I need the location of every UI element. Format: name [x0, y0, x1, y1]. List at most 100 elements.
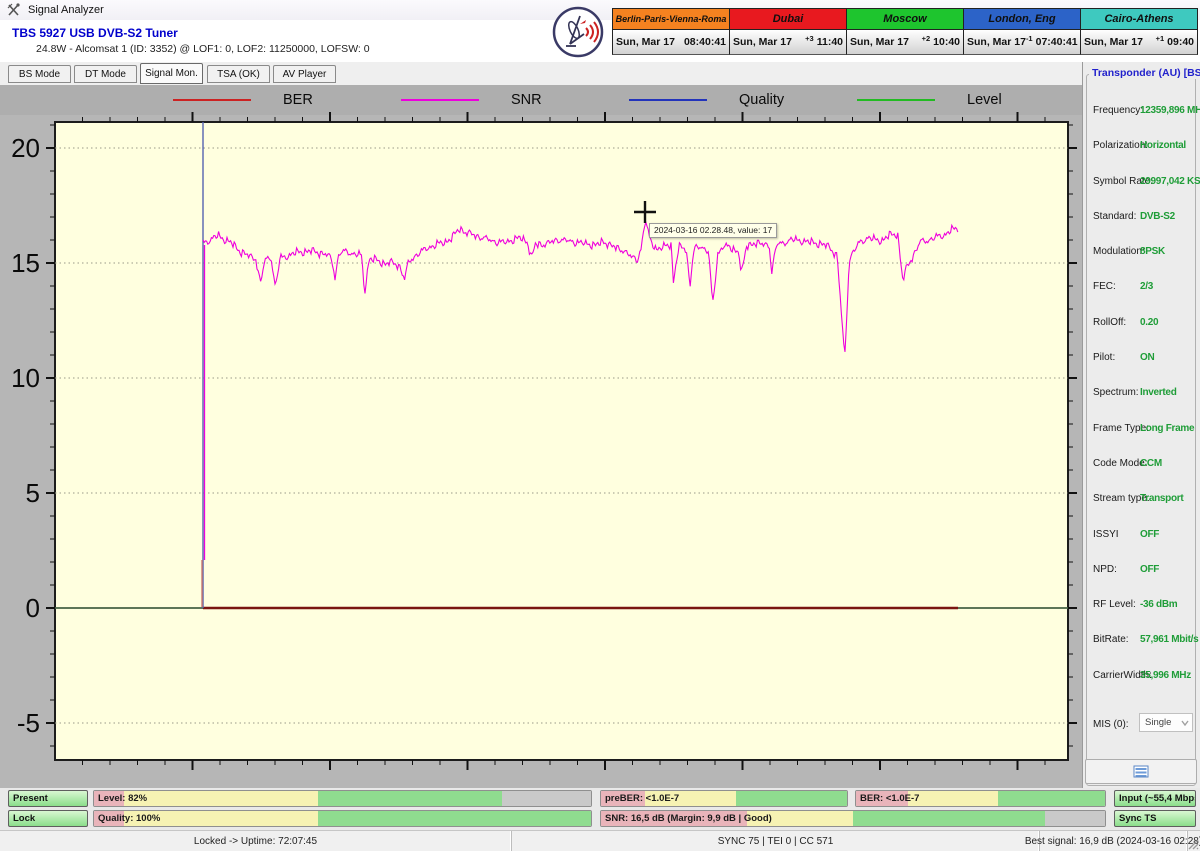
transponder-row: ISSYI OFF — [1087, 519, 1197, 554]
clock-utc-offset: +3 — [792, 34, 817, 43]
clock-utc-offset: +2 — [909, 34, 933, 43]
progress-label: Quality: 100% — [98, 811, 160, 826]
transponder-row: Code Mode:CCM — [1087, 448, 1197, 483]
clock-time-row: Sun, Mar 17+311:40 — [730, 30, 846, 54]
app-icon — [7, 3, 21, 17]
tuner-subtitle: 24.8W - Alcomsat 1 (ID: 3352) @ LOF1: 0,… — [36, 43, 370, 55]
log-button[interactable] — [1085, 759, 1197, 784]
progress-bar: Level: 82% — [93, 790, 592, 807]
transponder-row: Modulation:8PSK — [1087, 236, 1197, 271]
svg-text:20: 20 — [11, 133, 40, 163]
clock-date: Sun, Mar 17 — [850, 36, 909, 48]
status-box-lock: Lock — [8, 810, 88, 827]
signal-analyzer-window: { "window": { "title": "Signal Analyzer"… — [0, 0, 1200, 850]
transponder-value: 35,996 MHz — [1140, 670, 1191, 681]
svg-text:10: 10 — [11, 363, 40, 393]
transponder-label: ISSYI — [1093, 529, 1119, 540]
tab-bs-mode[interactable]: BS Mode — [8, 65, 71, 83]
transponder-value: Inverted — [1140, 387, 1177, 398]
clock-time-row: Sun, Mar 17-107:40:41 — [964, 30, 1080, 54]
log-list-icon — [1133, 765, 1149, 778]
status-box-sync-ts: Sync TS — [1114, 810, 1196, 827]
clock-cell: DubaiSun, Mar 17+311:40 — [730, 8, 847, 55]
transponder-row: Spectrum:Inverted — [1087, 377, 1197, 412]
tab-tsa-ok[interactable]: TSA (OK) — [207, 65, 270, 83]
transponder-label: RollOff: — [1093, 317, 1126, 328]
clock-utc-offset: +1 — [1143, 34, 1167, 43]
transponder-label: BitRate: — [1093, 634, 1129, 645]
tab-strip: BS ModeDT ModeSignal Mon.TSA (OK)AV Play… — [0, 62, 1200, 85]
mis-dropdown[interactable]: Single — [1139, 713, 1193, 732]
chevron-down-icon — [1181, 720, 1189, 726]
clock-cell: Berlin-Paris-Vienna-Roma Sun, Mar 17 08:40… — [612, 8, 730, 55]
clock-time-row: Sun, Mar 17 08:40:41 — [613, 30, 729, 54]
transponder-sidebar: Frequency:12359,896 MHzPolarization:Hori… — [1082, 62, 1200, 788]
progress-label: SNR: 16,5 dB (Margin: 9,9 dB | Good) — [605, 811, 772, 826]
clock-time-row: Sun, Mar 17+109:40 — [1081, 30, 1197, 54]
clock-time: 11:40 — [817, 36, 843, 48]
statusbar-cell: Best signal: 16,9 dB (2024-03-16 02:28) — [1040, 831, 1188, 851]
status-bar: Locked -> Uptime: 72:07:45SYNC 75 | TEI … — [0, 830, 1200, 851]
clock-time: 07:40:41 — [1036, 36, 1078, 48]
clock-city: Berlin-Paris-Vienna-Roma — [613, 9, 729, 30]
signal-monitor-panel: BERSNRQualityLevel -505101520 2024-03-16… — [0, 85, 1085, 788]
transponder-row: CarrierWidth:35,996 MHz — [1087, 660, 1197, 695]
status-box-present: Present — [8, 790, 88, 807]
progress-label: preBER: <1.0E-7 — [605, 791, 679, 806]
progress-segment-gray — [1045, 811, 1105, 826]
satellite-dish-icon — [550, 4, 606, 60]
transponder-value: 29997,042 KS/s — [1140, 176, 1200, 187]
transponder-label: Modulation: — [1093, 246, 1145, 257]
transponder-row: Standard:DVB-S2 — [1087, 201, 1197, 236]
transponder-groupbox: Frequency:12359,896 MHzPolarization:Hori… — [1086, 74, 1196, 786]
progress-bar: preBER: <1.0E-7 — [600, 790, 848, 807]
transponder-value: Transport — [1140, 493, 1183, 504]
mis-row: MIS (0): Single — [1087, 713, 1197, 737]
svg-text:-5: -5 — [17, 708, 40, 738]
progress-label: Level: 82% — [98, 791, 147, 806]
transponder-value: CCM — [1140, 458, 1162, 469]
transponder-label: RF Level: — [1093, 599, 1136, 610]
transponder-value: ON — [1140, 352, 1154, 363]
resize-grip[interactable] — [1187, 838, 1199, 850]
header: TBS 5927 USB DVB-S2 Tuner 24.8W - Alcoms… — [0, 20, 1200, 62]
signal-chart[interactable]: -505101520 — [0, 85, 1085, 788]
transponder-value: OFF — [1140, 529, 1159, 540]
transponder-row: Stream type:Transport — [1087, 483, 1197, 518]
status-box-input-55-4-mbps: Input (~55,4 Mbps) — [1114, 790, 1196, 807]
clock-time: 10:40 — [933, 36, 960, 48]
progress-bar: Quality: 100% — [93, 810, 592, 827]
clock-time: 08:40:41 — [684, 36, 726, 48]
clock-time-row: Sun, Mar 17+210:40 — [847, 30, 963, 54]
transponder-rows: Frequency:12359,896 MHzPolarization:Hori… — [1087, 95, 1197, 695]
world-clocks: Berlin-Paris-Vienna-Roma Sun, Mar 17 08:40… — [612, 8, 1198, 55]
tab-av-player[interactable]: AV Player — [273, 65, 336, 83]
tab-signal-mon[interactable]: Signal Mon. — [140, 63, 203, 84]
progress-segment-green — [318, 811, 591, 826]
transponder-label: Frequency: — [1093, 105, 1143, 116]
transponder-value: Long Frame — [1140, 423, 1194, 434]
signal-status-bars: Present Level: 82% preBER: <1.0E-7 BER: <1.… — [0, 788, 1200, 830]
transponder-row: Frame Type:Long Frame — [1087, 413, 1197, 448]
transponder-row: RF Level: -36 dBm — [1087, 589, 1197, 624]
tuner-title: TBS 5927 USB DVB-S2 Tuner — [12, 26, 178, 40]
transponder-label: Pilot: — [1093, 352, 1115, 363]
clock-date: Sun, Mar 17 — [616, 36, 675, 48]
tab-dt-mode[interactable]: DT Mode — [74, 65, 137, 83]
progress-segment-gray — [502, 791, 591, 806]
transponder-value: -36 dBm — [1140, 599, 1177, 610]
progress-bar: BER: <1.0E-7 — [855, 790, 1106, 807]
progress-segment-green — [736, 791, 847, 806]
transponder-value: DVB-S2 — [1140, 211, 1175, 222]
clock-time: 09:40 — [1167, 36, 1194, 48]
clock-cell: Cairo-AthensSun, Mar 17+109:40 — [1081, 8, 1198, 55]
mis-selected-value: Single — [1145, 717, 1171, 728]
progress-segment-green — [853, 811, 1045, 826]
clock-city: Moscow — [847, 9, 963, 30]
progress-bar: SNR: 16,5 dB (Margin: 9,9 dB | Good) — [600, 810, 1106, 827]
transponder-value: 8PSK — [1140, 246, 1165, 257]
svg-text:0: 0 — [26, 593, 40, 623]
transponder-value: 57,961 Mbit/s — [1140, 634, 1198, 645]
transponder-value: 2/3 — [1140, 281, 1153, 292]
clock-date: Sun, Mar 17 — [1084, 36, 1143, 48]
